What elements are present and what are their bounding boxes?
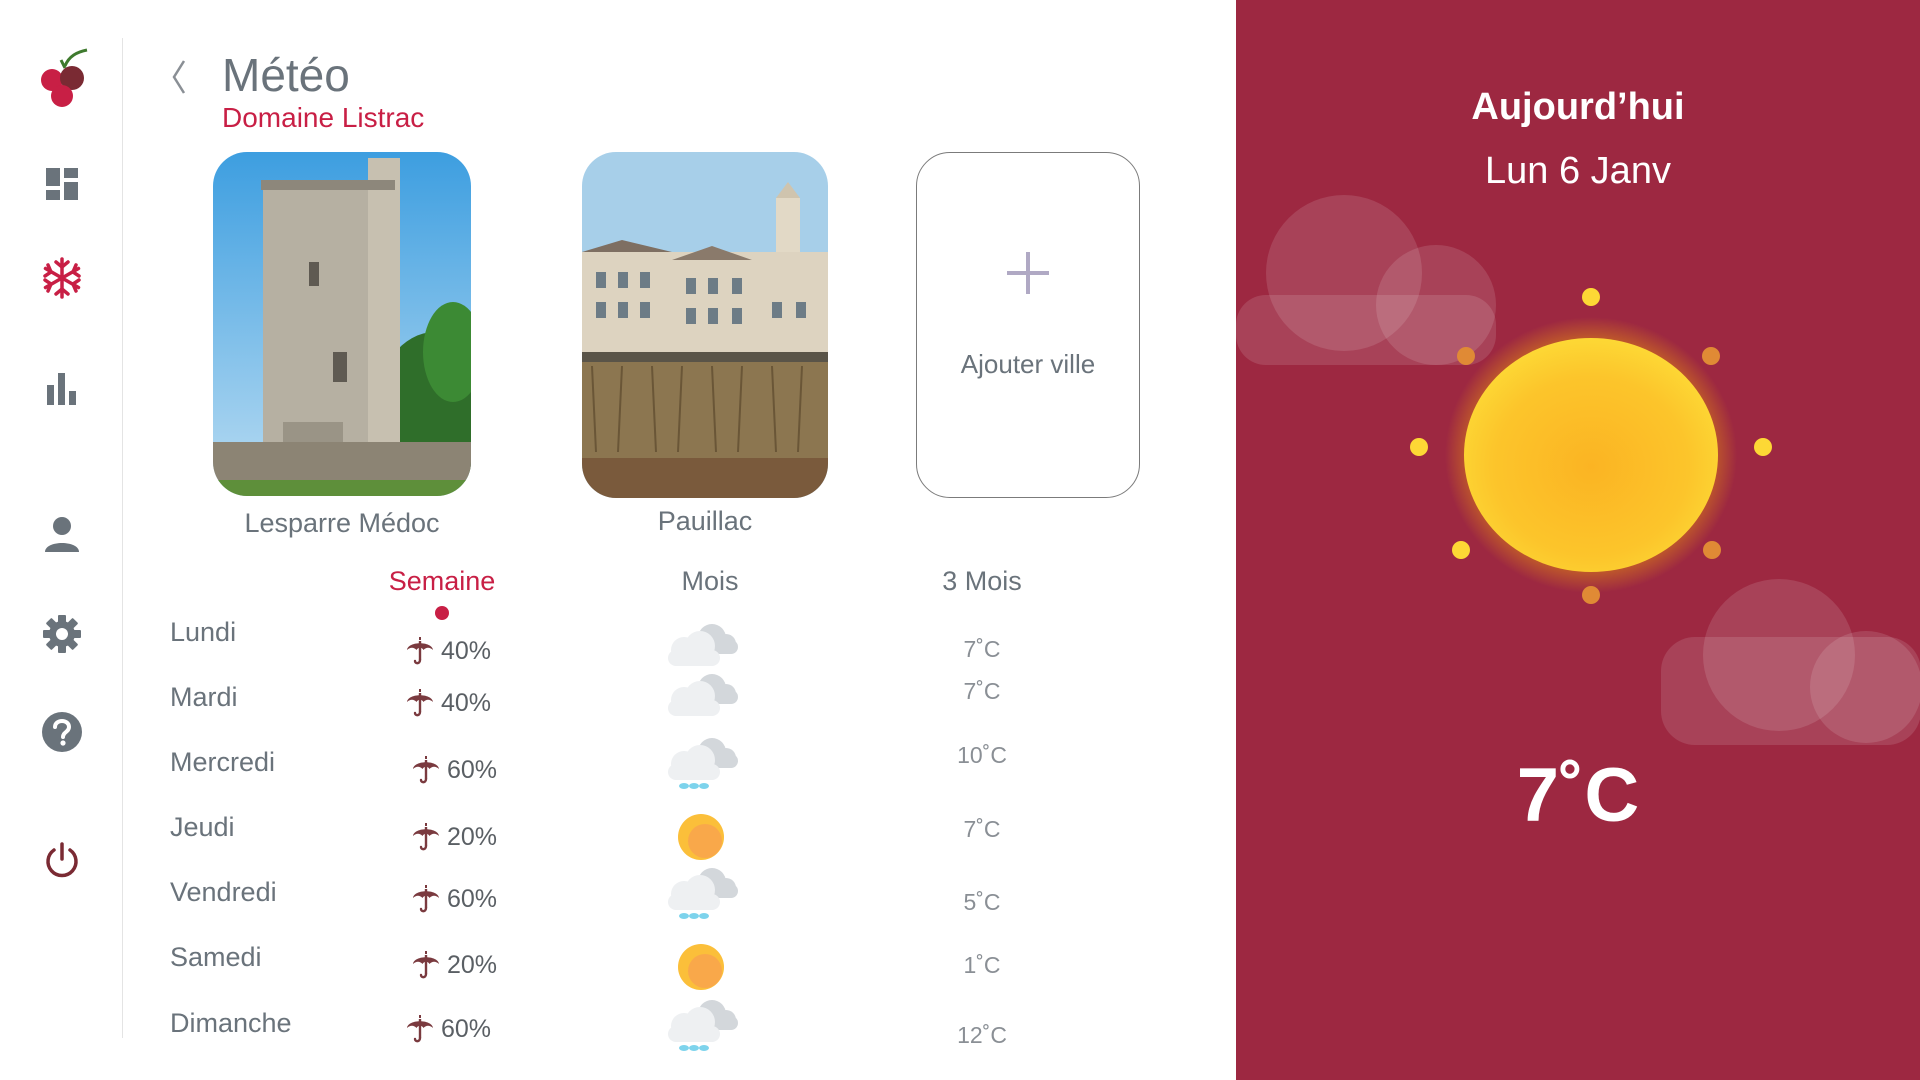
rain-probability-value: 20% <box>447 950 498 979</box>
umbrella-icon <box>413 951 439 979</box>
snowflake-icon[interactable] <box>36 252 88 304</box>
rain-probability-value: 40% <box>441 688 492 717</box>
logo-grapes-icon <box>34 48 94 110</box>
rain-cloud-icon <box>668 738 738 789</box>
forecast-weather <box>654 668 744 735</box>
forecast-temperature: 7˚C <box>963 636 1001 662</box>
rain-probability: 60% <box>405 1014 491 1044</box>
back-button[interactable] <box>162 54 196 100</box>
forecast-day-name: Samedi <box>170 942 262 972</box>
page-title: Météo <box>222 49 350 101</box>
forecast-day-name: Lundi <box>170 617 237 647</box>
active-tab-indicator <box>435 606 449 620</box>
rain-cloud-icon <box>668 868 738 919</box>
umbrella-icon <box>413 885 439 913</box>
tab-3-months[interactable]: 3 Mois <box>942 566 1022 597</box>
forecast-temperature: 10˚C <box>957 742 1007 768</box>
forecast-day-name: Mercredi <box>170 747 276 777</box>
bar-chart-icon[interactable] <box>36 362 88 414</box>
forecast-weather <box>654 994 744 1061</box>
sidebar <box>0 0 123 1080</box>
today-date: Lun 6 Janv <box>1485 150 1671 192</box>
rain-probability: 60% <box>411 755 497 785</box>
forecast-weather <box>676 812 726 867</box>
forecast-day-name: Jeudi <box>170 812 235 842</box>
city-photo <box>582 152 828 498</box>
forecast-temperature: 7˚C <box>963 678 1001 704</box>
tab-month[interactable]: Mois <box>681 566 738 597</box>
forecast-day-name: Mardi <box>170 682 238 712</box>
add-city-button[interactable]: Ajouter ville <box>916 152 1140 498</box>
forecast-day-name: Vendredi <box>170 877 277 907</box>
forecast-weather <box>654 862 744 929</box>
forecast-day-name: Dimanche <box>170 1008 292 1038</box>
today-panel: Aujourd’hui Lun 6 Janv 7˚C <box>1236 0 1920 1080</box>
sun-icon <box>1410 288 1772 604</box>
forecast-temperature: 5˚C <box>963 889 1001 915</box>
city-photo <box>213 152 471 496</box>
forecast-weather <box>676 942 726 997</box>
page-subtitle: Domaine Listrac <box>222 102 425 133</box>
rain-probability: 40% <box>405 636 491 666</box>
rain-probability-value: 60% <box>441 1014 492 1043</box>
gear-icon[interactable] <box>36 608 88 660</box>
umbrella-icon <box>407 689 433 717</box>
forecast-temperature: 1˚C <box>963 952 1001 978</box>
rain-cloud-icon <box>668 1000 738 1051</box>
forecast-temperature: 7˚C <box>963 816 1001 842</box>
rain-probability-value: 60% <box>447 755 498 784</box>
forecast-weather <box>654 732 744 799</box>
today-temperature: 7˚C <box>1516 753 1640 838</box>
umbrella-icon <box>407 1015 433 1043</box>
today-title: Aujourd’hui <box>1471 86 1685 128</box>
city-name: Lesparre Médoc <box>244 508 440 538</box>
rain-probability-value: 40% <box>441 636 492 665</box>
forecast-temperature: 12˚C <box>957 1022 1007 1048</box>
rain-probability-value: 20% <box>447 822 498 851</box>
umbrella-icon <box>407 637 433 665</box>
umbrella-icon <box>413 756 439 784</box>
plus-icon <box>1007 252 1049 294</box>
rain-probability: 20% <box>411 822 497 852</box>
rain-probability: 60% <box>411 884 497 914</box>
city-name: Pauillac <box>657 506 753 536</box>
sun-icon <box>678 814 724 860</box>
rain-probability-value: 60% <box>447 884 498 913</box>
power-icon[interactable] <box>36 834 88 886</box>
add-city-label: Ajouter ville <box>960 349 1096 379</box>
dashboard-icon[interactable] <box>36 158 88 210</box>
chevron-left-icon <box>172 60 186 94</box>
tab-week[interactable]: Semaine <box>389 566 496 597</box>
umbrella-icon <box>413 823 439 851</box>
sidebar-divider <box>122 38 123 1038</box>
sun-icon <box>678 944 724 990</box>
rain-probability: 40% <box>405 688 491 718</box>
user-icon[interactable] <box>36 508 88 560</box>
help-icon[interactable] <box>36 706 88 758</box>
cloudy-icon <box>668 674 738 716</box>
rain-probability: 20% <box>411 950 497 980</box>
